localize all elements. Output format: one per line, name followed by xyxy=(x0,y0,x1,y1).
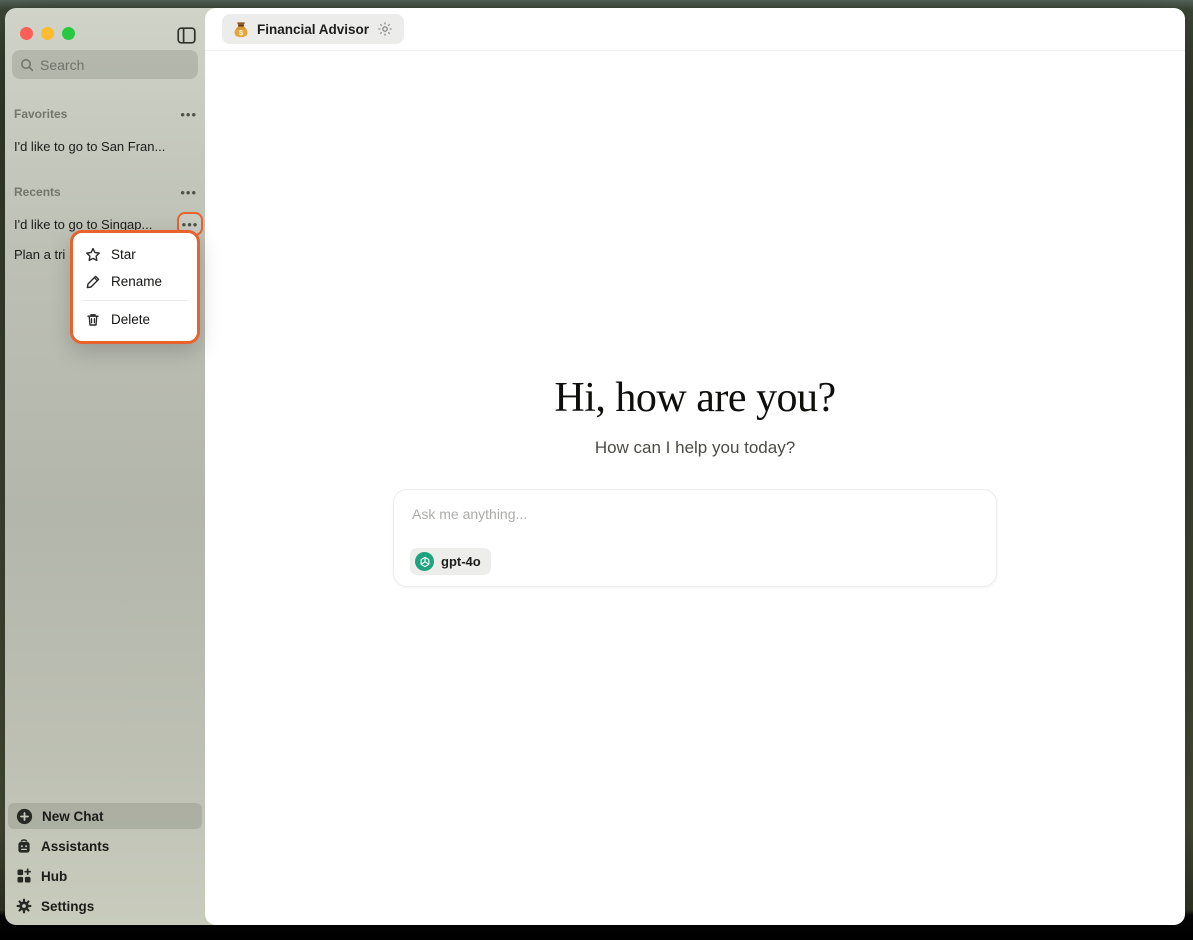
recents-more-icon[interactable]: ••• xyxy=(180,186,197,199)
favorites-more-icon[interactable]: ••• xyxy=(180,108,197,121)
search-box[interactable] xyxy=(12,50,198,79)
sidebar-item-settings[interactable]: Settings xyxy=(8,893,202,919)
menu-item-label: Rename xyxy=(111,274,162,289)
hero-subtitle: How can I help you today? xyxy=(205,438,1185,458)
window-controls xyxy=(20,27,75,40)
welcome-hero: Hi, how are you? How can I help you toda… xyxy=(205,375,1185,458)
prompt-input[interactable] xyxy=(394,490,996,542)
chat-item-san-francisco[interactable]: I'd like to go to San Fran... xyxy=(14,139,189,154)
openai-logo-icon xyxy=(415,552,434,571)
sidebar-item-label: Assistants xyxy=(41,839,109,854)
minimize-window-button[interactable] xyxy=(41,27,54,40)
sidebar-item-new-chat[interactable]: New Chat xyxy=(8,803,202,829)
model-name-label: gpt-4o xyxy=(441,554,481,569)
trash-icon xyxy=(85,312,101,328)
sidebar-item-label: Hub xyxy=(41,869,67,884)
tab-label: Financial Advisor xyxy=(257,22,369,37)
prompt-input-card: gpt-4o xyxy=(393,489,997,587)
assistants-robot-icon xyxy=(16,838,32,855)
model-selector[interactable]: gpt-4o xyxy=(410,548,491,575)
tab-financial-advisor[interactable]: $ Financial Advisor xyxy=(222,14,404,44)
recents-section-header: Recents ••• xyxy=(14,185,197,199)
rename-pencil-icon xyxy=(85,274,101,290)
menu-divider xyxy=(83,300,187,301)
app-window: Favorites ••• I'd like to go to San Fran… xyxy=(5,8,1185,925)
favorites-section-header: Favorites ••• xyxy=(14,107,197,121)
sidebar: Favorites ••• I'd like to go to San Fran… xyxy=(5,8,205,925)
menu-item-star[interactable]: Star xyxy=(73,241,197,268)
menu-item-rename[interactable]: Rename xyxy=(73,268,197,295)
close-window-button[interactable] xyxy=(20,27,33,40)
new-chat-plus-icon xyxy=(16,808,33,825)
search-input[interactable] xyxy=(40,57,221,73)
sidebar-item-label: Settings xyxy=(41,899,94,914)
favorites-label: Favorites xyxy=(14,107,67,121)
zoom-window-button[interactable] xyxy=(62,27,75,40)
menu-item-label: Delete xyxy=(111,312,150,327)
menu-item-delete[interactable]: Delete xyxy=(73,306,197,333)
search-icon xyxy=(20,58,34,72)
sidebar-item-hub[interactable]: Hub xyxy=(8,863,202,889)
money-bag-icon: $ xyxy=(233,21,249,38)
sidebar-toggle-icon[interactable] xyxy=(175,25,197,45)
sidebar-item-label: New Chat xyxy=(42,809,104,824)
hero-title: Hi, how are you? xyxy=(205,375,1185,421)
tab-settings-gear-icon[interactable] xyxy=(377,21,393,37)
chat-item-context-menu: Star Rename xyxy=(70,230,200,344)
settings-gear-icon xyxy=(16,898,32,914)
main-panel: $ Financial Advisor Hi, how are you? How… xyxy=(205,8,1185,925)
sidebar-item-assistants[interactable]: Assistants xyxy=(8,833,202,859)
recents-label: Recents xyxy=(14,185,61,199)
menu-item-label: Star xyxy=(111,247,136,262)
hub-grid-plus-icon xyxy=(16,868,32,884)
ellipsis-icon: ••• xyxy=(182,218,199,231)
star-icon xyxy=(85,247,101,263)
tab-bar: $ Financial Advisor xyxy=(205,8,1185,51)
